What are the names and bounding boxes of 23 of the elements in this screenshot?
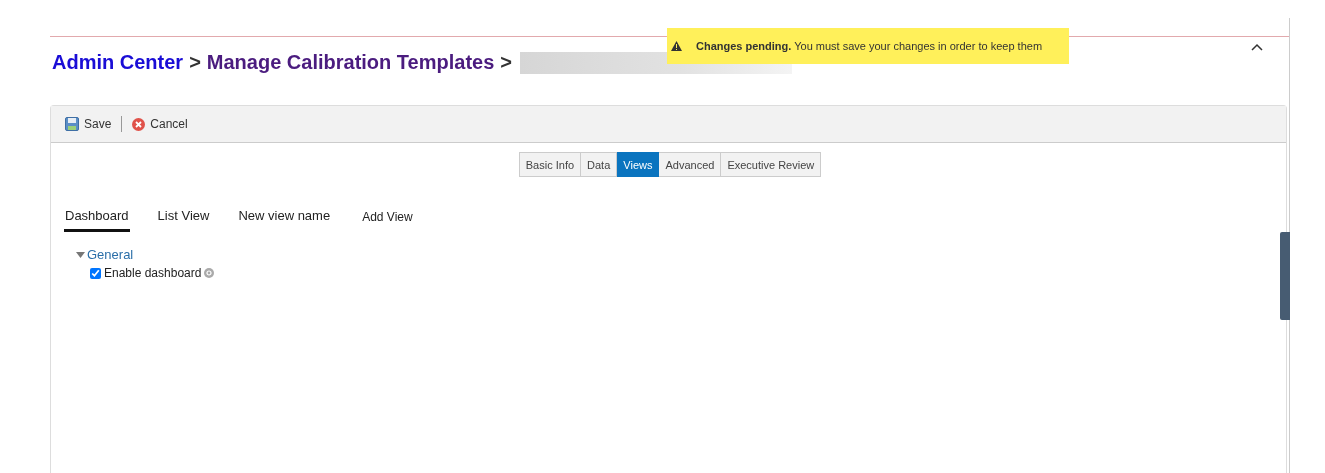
view-tab[interactable]: List View [156,208,211,232]
tab[interactable]: Advanced [659,152,722,177]
breadcrumb-link[interactable]: Manage Calibration Templates [206,51,495,74]
tab[interactable]: Executive Review [721,152,822,177]
section-toggle[interactable]: General [76,247,134,262]
add-view-button[interactable]: Add View [362,208,413,224]
tab[interactable]: Basic Info [518,152,582,177]
save-button[interactable]: Save [65,117,112,131]
cancel-button[interactable]: Cancel [132,117,188,131]
banner-message: Changes pending. You must save your changes in order to keep them [696,40,1043,52]
breadcrumb-link[interactable]: Admin Center [52,51,184,74]
tab[interactable]: Data [581,152,618,177]
tab[interactable]: Views [617,152,660,177]
help-icon[interactable] [204,268,215,278]
view-tab[interactable]: Dashboard [64,208,130,232]
checkbox[interactable] [90,267,101,279]
cancel-icon [132,117,146,131]
collapse-icon[interactable] [1251,43,1263,51]
option-label: Enable dashboard [104,266,202,280]
view-tab[interactable]: New view name [237,208,332,232]
breadcrumb-separator: > [189,51,201,74]
breadcrumb-separator: > [500,51,512,74]
warning-icon [671,41,682,51]
